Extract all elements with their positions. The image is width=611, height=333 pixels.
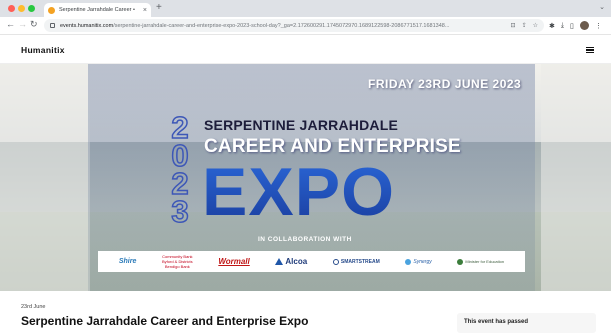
tab-title: Serpentine Jarrahdale Career •: [59, 7, 135, 13]
download-icon[interactable]: ⤓: [561, 22, 564, 30]
reload-icon[interactable]: ↻: [30, 20, 38, 29]
share-icon[interactable]: ⇪: [522, 22, 527, 29]
install-app-icon[interactable]: ⊡: [511, 22, 516, 29]
hamburger-icon[interactable]: [586, 47, 594, 53]
profile-avatar[interactable]: [579, 21, 589, 30]
back-arrow-icon[interactable]: ←: [6, 20, 15, 29]
humanitix-favicon-icon: [48, 6, 55, 14]
sponsor-community-bank-logo: Community Bank Byford & Districts Bendig…: [162, 254, 193, 269]
poster-year: 2 0 2 3: [171, 110, 190, 229]
extension-pin-icon[interactable]: ✱: [549, 22, 555, 30]
alcoa-triangle-icon: [275, 258, 284, 265]
event-date: 23rd June: [21, 304, 46, 310]
event-poster: FRIDAY 23RD JUNE 2023 2 0 2 3 SERPENTINE…: [88, 64, 535, 291]
forward-arrow-icon[interactable]: →: [18, 20, 27, 29]
tab-close-icon[interactable]: ×: [143, 7, 147, 14]
close-window-button[interactable]: [8, 5, 15, 12]
sponsor-minister-logo: Minister for Education: [457, 258, 504, 265]
event-status-card: This event has passed: [457, 313, 596, 333]
lock-icon[interactable]: [50, 23, 55, 28]
sponsor-shire-logo: Shire: [118, 258, 137, 265]
humanitix-logo[interactable]: Humanitix: [21, 45, 65, 55]
browser-toolbar: ← → ↻ events.humanitix.com/serpentine-ja…: [0, 17, 611, 35]
bookmark-star-icon[interactable]: ☆: [533, 22, 538, 29]
sponsor-logo-bar: Shire Community Bank Byford & Districts …: [98, 251, 525, 272]
address-bar[interactable]: events.humanitix.com/serpentine-jarrahda…: [44, 19, 544, 32]
minimize-window-button[interactable]: [18, 5, 25, 12]
url-text[interactable]: events.humanitix.com/serpentine-jarrahda…: [60, 23, 507, 29]
poster-headline: EXPO: [202, 154, 395, 230]
sponsor-synergy-logo: Synergy: [405, 258, 432, 265]
event-status-text: This event has passed: [464, 319, 529, 325]
site-header: Humanitix: [0, 36, 611, 64]
maximize-window-button[interactable]: [28, 5, 35, 12]
poster-subtitle-top: SERPENTINE JARRAHDALE: [204, 117, 398, 133]
banner-blur-right: [541, 64, 611, 291]
sponsor-smartstream-logo: SMARTSTREAM: [332, 258, 380, 265]
side-panel-icon[interactable]: ▯: [570, 22, 574, 30]
browser-tab-active[interactable]: Serpentine Jarrahdale Career • ×: [44, 3, 151, 17]
sponsor-alcoa-logo: Alcoa: [275, 257, 307, 266]
poster-collab-text: IN COLLABORATION WITH: [258, 236, 352, 243]
new-tab-button[interactable]: +: [156, 3, 162, 13]
sponsor-wormall-logo: Wormall: [218, 257, 250, 266]
browser-menu-icon[interactable]: ⋮: [595, 22, 602, 30]
browser-tab-strip: Serpentine Jarrahdale Career • × + ⌄: [0, 0, 611, 17]
banner-blur-left: [0, 64, 90, 291]
poster-date: FRIDAY 23RD JUNE 2023: [368, 77, 522, 91]
tab-search-icon[interactable]: ⌄: [599, 3, 605, 11]
event-banner-image: FRIDAY 23RD JUNE 2023 2 0 2 3 SERPENTINE…: [0, 64, 611, 291]
event-title: Serpentine Jarrahdale Career and Enterpr…: [21, 314, 309, 328]
